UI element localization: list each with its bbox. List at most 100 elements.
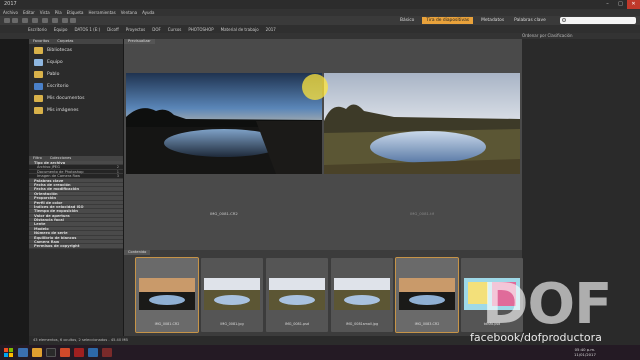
camera-download-icon[interactable] bbox=[32, 18, 38, 23]
library-folder-icon bbox=[34, 46, 43, 54]
minimize-icon[interactable]: – bbox=[601, 0, 614, 9]
favorite-item[interactable]: Mis imágenes bbox=[29, 104, 123, 116]
back-icon[interactable] bbox=[4, 18, 10, 23]
day-lake-photo bbox=[324, 73, 520, 174]
menu-etiqueta[interactable]: Etiqueta bbox=[67, 10, 84, 15]
search-input[interactable] bbox=[560, 17, 636, 24]
filter-label: Equilibrio de blancos bbox=[34, 235, 77, 240]
preview-left-label: IMG_0081.CR2 bbox=[210, 211, 238, 216]
workspace-switcher: Básico Tira de diapositivas Metadatos Pa… bbox=[398, 17, 554, 24]
workspace-tira-diapositivas[interactable]: Tira de diapositivas bbox=[422, 17, 474, 24]
filter-label: Camera Raw bbox=[34, 240, 60, 245]
favorite-item[interactable]: Mis documentos bbox=[29, 92, 123, 104]
left-panel: Favoritos Carpetas Bibliotecas Equipo Pabl… bbox=[29, 39, 123, 345]
status-bar: 43 elementos, 6 ocultos, 2 seleccionados… bbox=[29, 336, 522, 345]
tab-contenido[interactable]: Contenido bbox=[124, 250, 151, 255]
favorite-item[interactable]: Equipo bbox=[29, 56, 123, 68]
clock-date: 11/01/2017 bbox=[574, 352, 596, 357]
thumbnail-label: IMG_0081.CR2 bbox=[154, 322, 180, 326]
favorite-item[interactable]: Pablo bbox=[29, 68, 123, 80]
breadcrumb: Escritorio Equipo DATOS 1 (E:) Dicoff Pr… bbox=[0, 25, 640, 33]
cursor-highlight bbox=[302, 74, 328, 100]
menu-vista[interactable]: Vista bbox=[40, 10, 50, 15]
breadcrumb-item[interactable]: Escritorio bbox=[28, 27, 47, 32]
workspace-basico[interactable]: Básico bbox=[398, 17, 416, 24]
status-text: 43 elementos, 6 ocultos, 2 seleccionados… bbox=[33, 338, 128, 342]
filter-label: Documento de Photoshop bbox=[37, 169, 84, 174]
favorite-label: Equipo bbox=[47, 59, 63, 65]
media-icon[interactable] bbox=[46, 348, 56, 357]
favorite-label: Escritorio bbox=[47, 83, 69, 89]
clock[interactable]: 05:40 p.m. 11/01/2017 bbox=[574, 347, 596, 357]
breadcrumb-item[interactable]: PHOTOSHOP bbox=[188, 27, 213, 32]
thumbnail-image bbox=[334, 278, 390, 310]
rotate-left-icon[interactable] bbox=[62, 18, 68, 23]
filmstrip-thumbnail[interactable]: IMG_0081.CR2 bbox=[135, 257, 199, 333]
filmstrip-panel: Contenido IMG_0081.CR2 IMG_0081.jpg IMG_00… bbox=[124, 250, 523, 336]
tab-previsualizar[interactable]: Previsualizar bbox=[124, 39, 155, 44]
thumbnail-label: IMG_0083.CR2 bbox=[414, 322, 440, 326]
filter-label: Tipo de archivo bbox=[34, 161, 66, 165]
breadcrumb-item[interactable]: Dicoff bbox=[107, 27, 119, 32]
desktop-icon bbox=[34, 82, 43, 90]
app-icon[interactable] bbox=[74, 348, 84, 357]
preview-right-label: IMG_0081.tif bbox=[410, 211, 434, 216]
breadcrumb-item[interactable]: Cursos bbox=[168, 27, 182, 32]
filter-category[interactable]: Permisos de copyright bbox=[29, 244, 123, 249]
tab-favoritos[interactable]: Favoritos bbox=[29, 39, 53, 44]
open-in-camera-raw-icon[interactable] bbox=[52, 18, 58, 23]
menu-herramientas[interactable]: Herramientas bbox=[88, 10, 115, 15]
filter-label: Índices de velocidad ISO bbox=[34, 204, 84, 209]
breadcrumb-item[interactable]: Material de trabajo bbox=[221, 27, 259, 32]
menu-bar: Archivo Editar Vista Pila Etiqueta Herra… bbox=[0, 9, 640, 16]
favorite-item[interactable]: Escritorio bbox=[29, 80, 123, 92]
workspace-metadatos[interactable]: Metadatos bbox=[479, 17, 506, 24]
menu-editar[interactable]: Editar bbox=[23, 10, 35, 15]
recent-folder-icon[interactable] bbox=[22, 18, 28, 23]
taskbar: 05:40 p.m. 11/01/2017 bbox=[0, 345, 640, 360]
tab-carpetas[interactable]: Carpetas bbox=[53, 39, 77, 44]
photoshop-icon[interactable] bbox=[88, 348, 98, 357]
filmstrip-thumbnail[interactable]: IMG_0081.jpg bbox=[201, 258, 263, 332]
title-bar: 2017 – □ ✕ bbox=[0, 0, 640, 9]
rotate-right-icon[interactable] bbox=[70, 18, 76, 23]
menu-ayuda[interactable]: Ayuda bbox=[142, 10, 154, 15]
toolbar: Básico Tira de diapositivas Metadatos Pa… bbox=[0, 16, 640, 25]
filmstrip-thumbnail[interactable]: IMG_0083.CR2 bbox=[395, 257, 459, 333]
preview-panel: Previsualizar IMG_0081.CR2 IMG_0081.tif bbox=[124, 39, 522, 250]
breadcrumb-item[interactable]: DOF bbox=[152, 27, 161, 32]
refine-icon[interactable] bbox=[42, 18, 48, 23]
explorer-icon[interactable] bbox=[18, 348, 28, 357]
preview-image-left[interactable] bbox=[126, 73, 322, 174]
menu-ventana[interactable]: Ventana bbox=[121, 10, 137, 15]
breadcrumb-item[interactable]: 2017 bbox=[266, 27, 276, 32]
forward-icon[interactable] bbox=[12, 18, 18, 23]
documents-icon bbox=[34, 94, 43, 102]
maximize-icon[interactable]: □ bbox=[614, 0, 627, 9]
menu-pila[interactable]: Pila bbox=[55, 10, 62, 15]
thumbnail-label: tdisfo.psd bbox=[483, 322, 501, 326]
filter-label: Permisos de copyright bbox=[34, 244, 80, 249]
preview-image-right[interactable] bbox=[324, 73, 520, 174]
user-folder-icon bbox=[34, 70, 43, 78]
bridge-icon[interactable] bbox=[102, 348, 112, 357]
filter-label: Lente bbox=[34, 222, 46, 227]
favorite-label: Bibliotecas bbox=[47, 47, 73, 53]
favorite-label: Mis imágenes bbox=[47, 107, 79, 113]
favorites-list: Bibliotecas Equipo Pablo Escritorio Mis docu… bbox=[29, 44, 123, 116]
menu-archivo[interactable]: Archivo bbox=[3, 10, 18, 15]
filmstrip-thumbnail[interactable]: tdisfo.psd bbox=[461, 258, 523, 332]
filter-label: Imagen de Camera Raw bbox=[37, 174, 81, 179]
breadcrumb-item[interactable]: DATOS 1 (E:) bbox=[75, 27, 101, 32]
close-icon[interactable]: ✕ bbox=[627, 0, 640, 9]
sunset-lake-photo bbox=[126, 73, 322, 174]
workspace-palabras-clave[interactable]: Palabras clave bbox=[512, 17, 548, 24]
filmstrip-thumbnail[interactable]: IMG_0081.psd bbox=[266, 258, 328, 332]
breadcrumb-item[interactable]: Equipo bbox=[54, 27, 68, 32]
favorite-item[interactable]: Bibliotecas bbox=[29, 44, 123, 56]
windows-start-icon[interactable] bbox=[4, 348, 13, 357]
filmstrip-thumbnail[interactable]: IMG_0081small.jpg bbox=[331, 258, 393, 332]
breadcrumb-item[interactable]: Proyectos bbox=[126, 27, 145, 32]
chrome-icon[interactable] bbox=[60, 348, 70, 357]
folder-icon[interactable] bbox=[32, 348, 42, 357]
